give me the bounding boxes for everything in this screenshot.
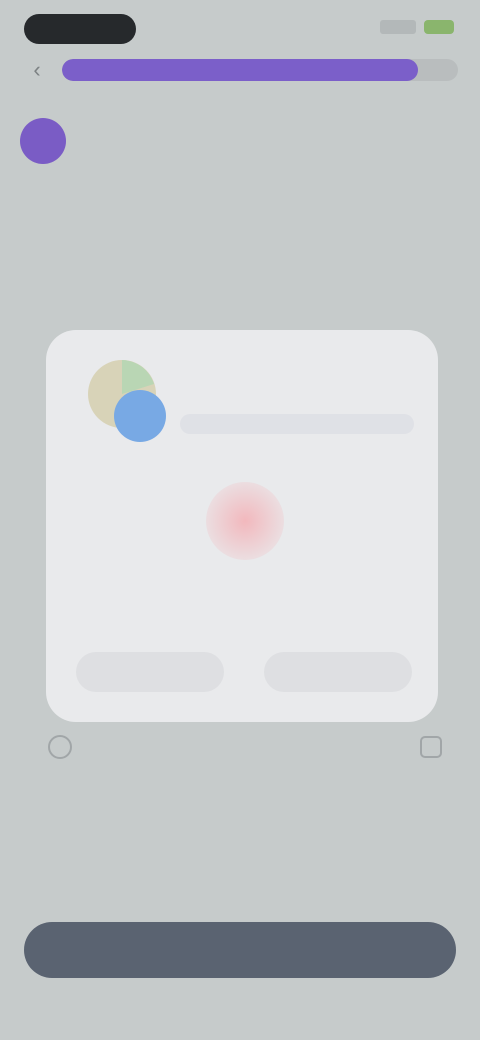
checkbox-icon[interactable] <box>48 735 72 759</box>
permission-dialog <box>46 330 438 722</box>
progress-bar <box>62 59 458 81</box>
signal-icon <box>380 20 416 34</box>
info-icon[interactable] <box>420 736 442 758</box>
dialog-url-bar <box>180 414 414 434</box>
status-bar <box>0 0 480 52</box>
avatar <box>20 118 66 164</box>
dialog-confirm-button[interactable] <box>264 652 412 692</box>
footer-row <box>48 734 442 760</box>
browser-logo-icon <box>88 360 166 442</box>
back-arrow-icon[interactable]: ‹ <box>22 57 52 82</box>
tap-indicator <box>206 482 284 560</box>
battery-icon <box>424 20 454 34</box>
status-time <box>24 14 136 44</box>
dialog-cancel-button[interactable] <box>76 652 224 692</box>
progress-fill <box>62 59 419 81</box>
continue-button[interactable] <box>24 922 456 978</box>
progress-header: ‹ <box>22 57 458 82</box>
status-icons <box>380 20 454 34</box>
